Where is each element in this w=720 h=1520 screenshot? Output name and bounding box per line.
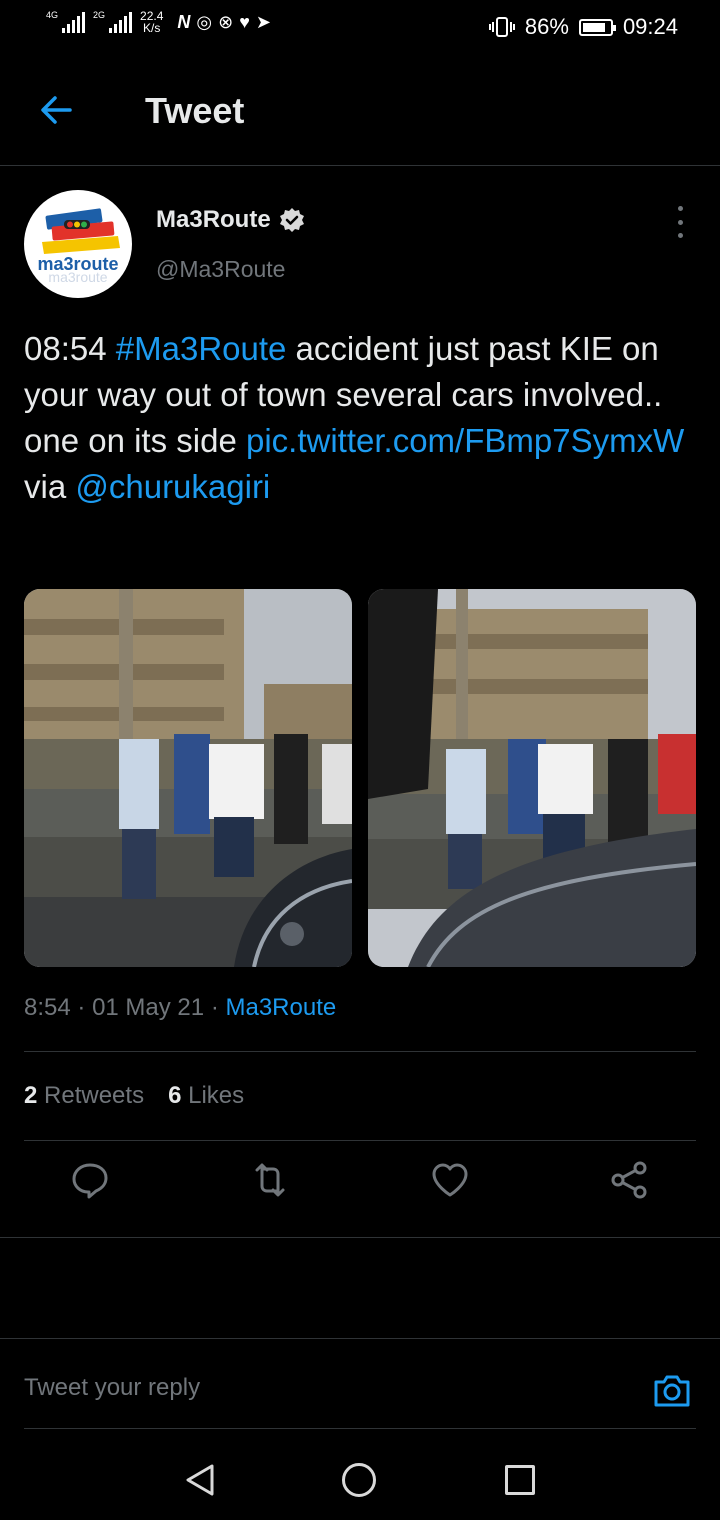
- network-speed: 22.4 K/s: [140, 9, 164, 35]
- sim2-signal-icon: 2G: [93, 11, 133, 33]
- tweet-media: [24, 589, 696, 967]
- app-header: Tweet: [0, 56, 720, 166]
- vibrate-icon: [488, 17, 515, 37]
- share-icon[interactable]: [609, 1160, 649, 1200]
- nav-recents-icon[interactable]: [505, 1465, 535, 1495]
- battery-percent: 86%: [524, 14, 569, 39]
- clock: 09:24: [622, 14, 678, 39]
- author-avatar[interactable]: ma3route ma3route: [24, 190, 132, 298]
- tweet-stats: 2 Retweets 6 Likes: [24, 1082, 244, 1110]
- tweet-photo-2[interactable]: [368, 589, 696, 967]
- tweet-photo-1[interactable]: [24, 589, 352, 967]
- tweet-meta-date: 01 May 21: [92, 994, 205, 1021]
- vpn-icon: ⊗: [218, 11, 234, 32]
- nav-home-icon[interactable]: [342, 1463, 376, 1497]
- divider: [24, 1051, 696, 1052]
- reply-icon[interactable]: [70, 1160, 110, 1200]
- tweet-meta-time: 8:54: [24, 994, 71, 1021]
- instagram-icon: ◎: [196, 11, 213, 32]
- sim1-signal-icon: 4G: [46, 11, 86, 33]
- tweet-source-link[interactable]: Ma3Route: [225, 994, 336, 1021]
- tweet-actions: [0, 1160, 720, 1220]
- retweet-icon[interactable]: [250, 1160, 290, 1200]
- camera-icon[interactable]: [652, 1370, 692, 1410]
- back-arrow-icon[interactable]: [36, 90, 76, 130]
- hashtag-link[interactable]: #Ma3Route: [116, 330, 287, 367]
- more-options-icon[interactable]: [668, 206, 692, 238]
- notification-n-icon: N: [177, 11, 191, 32]
- status-bar: 4G 2G 22.4 K/s N ◎ ⊗ ♥ ➤ 86% 09:24: [0, 0, 720, 56]
- pic-link[interactable]: pic.twitter.com/FBmp7SymxW: [246, 422, 684, 459]
- via-text: via: [24, 468, 76, 505]
- reply-input[interactable]: Tweet your reply: [24, 1374, 200, 1402]
- author-name[interactable]: Ma3Route: [156, 206, 305, 234]
- nav-back-icon[interactable]: [182, 1462, 218, 1498]
- verified-badge-icon: [279, 208, 304, 232]
- likes-stat[interactable]: 6 Likes: [168, 1082, 244, 1110]
- divider: [24, 1428, 696, 1429]
- twitter-icon: ♥: [239, 11, 250, 32]
- battery-icon: [578, 18, 616, 36]
- tweet-text: 08:54 #Ma3Route accident just past KIE o…: [24, 326, 696, 510]
- retweets-stat[interactable]: 2 Retweets: [24, 1082, 144, 1110]
- divider: [0, 1338, 720, 1339]
- tweet-meta: 8:54 · 01 May 21 · Ma3Route: [24, 994, 337, 1021]
- ma3route-logo: ma3route ma3route: [37, 208, 120, 285]
- divider: [24, 1140, 696, 1141]
- tweet-time-text: 08:54: [24, 330, 107, 367]
- divider: [0, 1237, 720, 1238]
- svg-text:ma3route: ma3route: [48, 269, 107, 285]
- page-title: Tweet: [145, 90, 245, 131]
- author-name-text: Ma3Route: [156, 206, 271, 233]
- telegram-icon: ➤: [255, 11, 271, 32]
- mention-link[interactable]: @churukagiri: [75, 468, 270, 505]
- like-icon[interactable]: [430, 1160, 470, 1200]
- notification-icons: N ◎ ⊗ ♥ ➤: [177, 12, 271, 33]
- author-handle[interactable]: @Ma3Route: [156, 256, 285, 283]
